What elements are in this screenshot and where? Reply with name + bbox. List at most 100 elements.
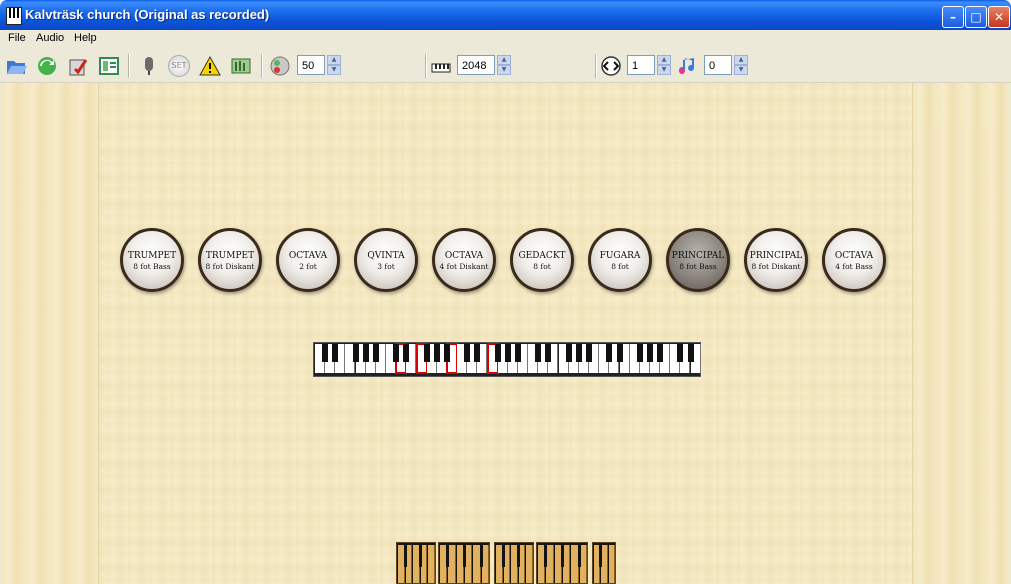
pedal-key[interactable]: [428, 545, 435, 583]
black-key[interactable]: [464, 344, 471, 362]
black-key[interactable]: [515, 344, 521, 362]
warning-icon[interactable]: [199, 55, 221, 77]
black-key[interactable]: [423, 344, 430, 362]
black-key[interactable]: [646, 344, 653, 362]
pedal-sharp-key[interactable]: [516, 543, 520, 567]
stop-knob[interactable]: QVINTA 3 fot: [354, 228, 418, 292]
black-key[interactable]: [372, 344, 379, 362]
pedal-key[interactable]: [448, 545, 456, 583]
toolbar-separator: [595, 54, 597, 78]
stop-detail: 4 fot Diskant: [439, 262, 489, 271]
black-key[interactable]: [352, 344, 359, 362]
pedal-group[interactable]: [438, 542, 490, 584]
wood-panel-right: [912, 83, 1009, 584]
black-key[interactable]: [575, 344, 582, 362]
stop-knob[interactable]: GEDACKT 8 fot: [510, 228, 574, 292]
black-key[interactable]: [616, 344, 623, 362]
menu-help[interactable]: Help: [74, 32, 97, 44]
pitch-input[interactable]: 0: [704, 55, 732, 75]
black-key[interactable]: [657, 344, 664, 362]
black-key[interactable]: [677, 344, 684, 362]
save-icon[interactable]: [67, 55, 89, 77]
stop-knob[interactable]: TRUMPET 8 fot Bass: [120, 228, 184, 292]
open-icon[interactable]: [5, 55, 27, 77]
stop-detail: 8 fot: [533, 262, 551, 271]
stop-knob[interactable]: OCTAVA 2 fot: [276, 228, 340, 292]
black-key[interactable]: [636, 344, 643, 362]
pedal-group[interactable]: [494, 542, 534, 584]
set-icon[interactable]: SET: [168, 55, 190, 77]
volume-input[interactable]: 50: [297, 55, 325, 75]
black-key[interactable]: [504, 344, 511, 362]
stop-knob[interactable]: OCTAVA 4 fot Bass: [822, 228, 886, 292]
polyphony-icon: [431, 63, 451, 73]
pedal-key[interactable]: [608, 545, 615, 583]
black-key[interactable]: [393, 344, 400, 362]
menu-audio[interactable]: Audio: [36, 32, 64, 44]
title-bar[interactable]: Kalvträsk church (Original as recorded) …: [0, 0, 1011, 30]
organ-pipes-icon[interactable]: [230, 55, 252, 77]
stop-knob[interactable]: TRUMPET 8 fot Diskant: [198, 228, 262, 292]
pedal-group[interactable]: [592, 542, 616, 584]
microphone-icon[interactable]: [138, 55, 160, 77]
pedal-sharp-key[interactable]: [599, 543, 603, 567]
maximize-button[interactable]: □: [965, 6, 987, 28]
black-key[interactable]: [443, 344, 450, 362]
close-button[interactable]: ✕: [988, 6, 1010, 28]
pedal-sharp-key[interactable]: [577, 543, 581, 567]
settings-panel-icon[interactable]: [98, 55, 120, 77]
pedal-key[interactable]: [526, 545, 533, 583]
pedal-sharp-key[interactable]: [501, 543, 505, 567]
black-key[interactable]: [362, 344, 369, 362]
stop-knob[interactable]: PRINCIPAL 8 fot Diskant: [744, 228, 808, 292]
pedal-key[interactable]: [465, 545, 473, 583]
stop-name: GEDACKT: [518, 251, 566, 261]
pedal-sharp-key[interactable]: [446, 543, 450, 567]
pedal-sharp-key[interactable]: [561, 543, 564, 567]
black-key[interactable]: [687, 344, 694, 362]
stop-name: TRUMPET: [127, 251, 177, 261]
menu-file[interactable]: File: [8, 32, 26, 44]
black-key[interactable]: [535, 344, 542, 362]
black-key[interactable]: [586, 344, 593, 362]
toolbar-separator: [425, 54, 427, 78]
black-key[interactable]: [403, 344, 410, 362]
transpose-spinner[interactable]: ▲ ▼: [657, 55, 671, 75]
pedal-key[interactable]: [579, 545, 587, 583]
black-key[interactable]: [545, 344, 552, 362]
pedal-key[interactable]: [546, 545, 554, 583]
stop-knob[interactable]: OCTAVA 4 fot Diskant: [432, 228, 496, 292]
pedal-key[interactable]: [481, 545, 489, 583]
pedal-sharp-key[interactable]: [463, 543, 466, 567]
pedal-group[interactable]: [396, 542, 436, 584]
pedal-sharp-key[interactable]: [403, 543, 407, 567]
pedal-sharp-key[interactable]: [544, 543, 548, 567]
pedal-key[interactable]: [563, 545, 571, 583]
polyphony-input[interactable]: 2048: [457, 55, 495, 75]
reload-icon[interactable]: [36, 55, 58, 77]
stop-detail: 8 fot Bass: [679, 262, 717, 271]
black-key[interactable]: [332, 344, 339, 362]
black-key[interactable]: [433, 344, 440, 362]
black-key[interactable]: [494, 344, 501, 362]
pitch-spinner[interactable]: ▲ ▼: [734, 55, 748, 75]
pedal-group[interactable]: [536, 542, 588, 584]
pedal-sharp-key[interactable]: [418, 543, 422, 567]
pedal-sharp-key[interactable]: [479, 543, 483, 567]
transpose-input[interactable]: 1: [627, 55, 655, 75]
stop-knob[interactable]: FUGARA 8 fot: [588, 228, 652, 292]
volume-icon[interactable]: [269, 55, 291, 77]
stop-knob[interactable]: PRINCIPAL 8 fot Bass: [666, 228, 730, 292]
polyphony-spinner[interactable]: ▲ ▼: [497, 55, 511, 75]
black-key[interactable]: [474, 344, 481, 362]
black-key[interactable]: [322, 344, 329, 362]
minimize-button[interactable]: –: [942, 6, 964, 28]
stop-detail: 8 fot Diskant: [751, 262, 801, 271]
black-key[interactable]: [606, 344, 613, 362]
manual-keyboard[interactable]: [313, 342, 701, 377]
volume-spinner[interactable]: ▲ ▼: [327, 55, 341, 75]
wood-panel-left: [2, 83, 99, 584]
app-window: Kalvträsk church (Original as recorded) …: [0, 0, 1011, 584]
black-key[interactable]: [565, 344, 572, 362]
organ-app-icon: [6, 7, 22, 25]
